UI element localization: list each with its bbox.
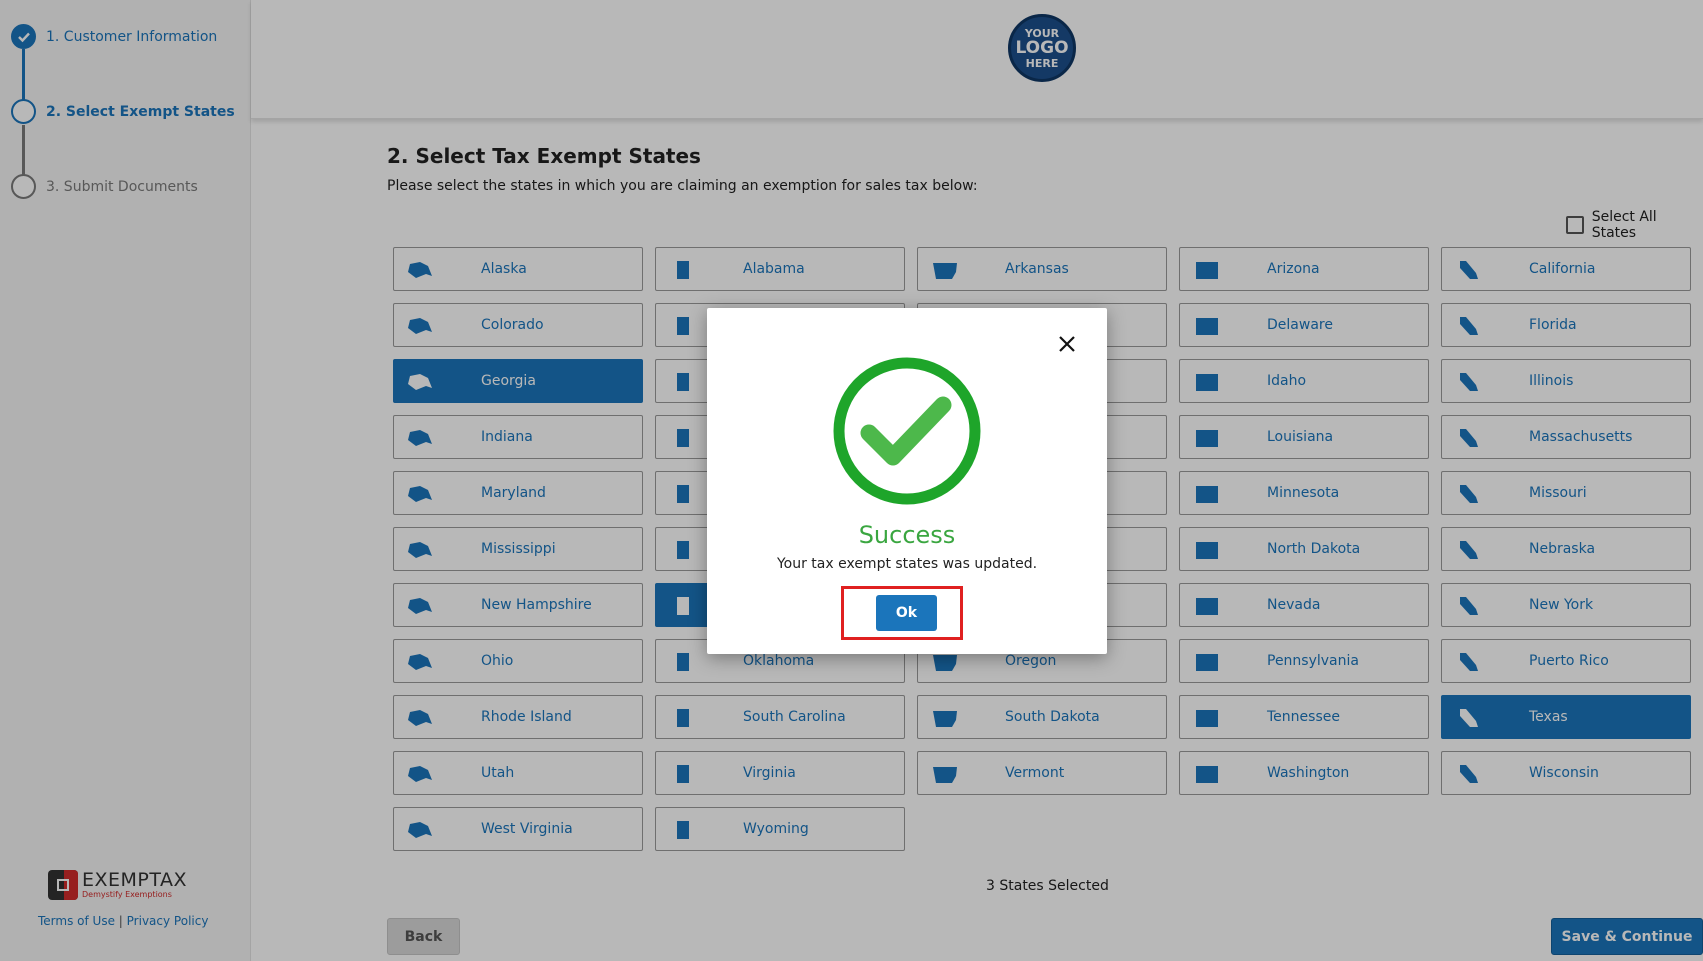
success-message: Your tax exempt states was updated. [776, 556, 1038, 572]
check-circle-icon [831, 355, 983, 507]
ok-button[interactable]: Ok [876, 595, 937, 631]
close-icon[interactable] [1055, 332, 1079, 356]
success-dialog: Success Your tax exempt states was updat… [707, 308, 1107, 654]
success-title: Success [858, 521, 956, 549]
